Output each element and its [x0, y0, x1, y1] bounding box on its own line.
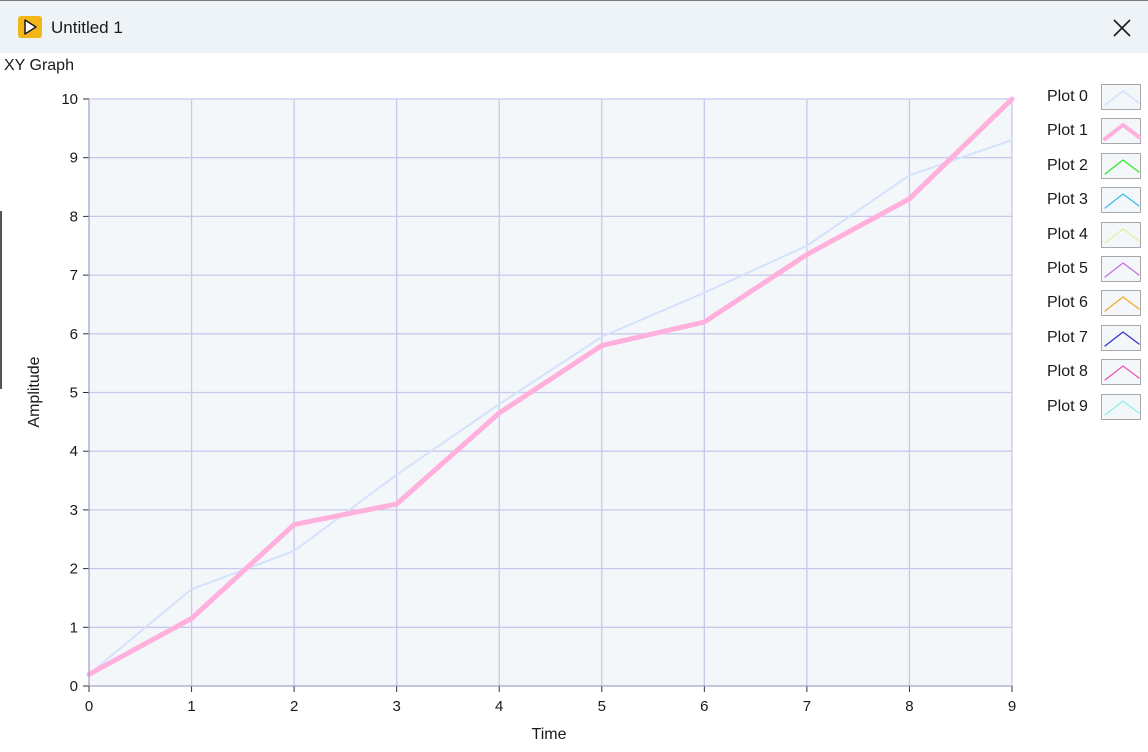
legend-line-sample — [1104, 227, 1140, 244]
legend-item-plot-0[interactable]: Plot 0 — [1046, 83, 1146, 113]
legend-line-sample — [1104, 90, 1140, 106]
legend-swatch[interactable] — [1101, 152, 1141, 179]
legend-swatch[interactable] — [1101, 118, 1141, 145]
y-tick-label: 5 — [70, 385, 78, 402]
y-tick-label: 7 — [70, 267, 78, 284]
x-tick-label: 1 — [187, 698, 195, 715]
legend-label: Plot 7 — [1047, 328, 1088, 346]
legend-label: Plot 1 — [1047, 122, 1088, 140]
legend-line-sample — [1104, 365, 1140, 381]
legend-line-sample — [1104, 296, 1140, 312]
legend-label: Plot 4 — [1047, 225, 1088, 243]
legend-line-sample — [1104, 399, 1140, 416]
y-tick-label: 3 — [70, 502, 78, 519]
legend-line-sample — [1103, 123, 1141, 142]
legend-swatch[interactable] — [1101, 256, 1141, 282]
y-tick-label: 4 — [70, 443, 78, 460]
y-tick-label: 6 — [70, 326, 78, 343]
x-tick-label: 7 — [803, 698, 811, 715]
legend-swatch[interactable] — [1101, 393, 1141, 420]
legend-item-plot-1[interactable]: Plot 1 — [1046, 117, 1146, 147]
legend-label: Plot 2 — [1047, 156, 1088, 174]
legend-swatch[interactable] — [1101, 359, 1141, 386]
y-tick-label: 0 — [70, 678, 78, 695]
legend-item-plot-9[interactable]: Plot 9 — [1046, 393, 1146, 423]
x-axis-title: Time — [532, 726, 567, 743]
legend-item-plot-3[interactable]: Plot 3 — [1046, 186, 1146, 216]
legend-label: Plot 0 — [1047, 88, 1088, 105]
x-tick-label: 8 — [905, 698, 913, 715]
legend-label: Plot 9 — [1047, 397, 1088, 415]
legend-swatch[interactable] — [1101, 221, 1141, 248]
legend-line-sample — [1104, 193, 1140, 209]
y-tick-label: 8 — [70, 208, 78, 225]
legend-item-plot-6[interactable]: Plot 6 — [1046, 289, 1146, 319]
legend-swatch[interactable] — [1101, 187, 1141, 214]
y-tick-label: 1 — [70, 619, 78, 636]
legend-label: Plot 6 — [1047, 294, 1088, 312]
legend-item-plot-7[interactable]: Plot 7 — [1046, 324, 1146, 354]
legend-line-sample — [1104, 331, 1140, 347]
x-tick-label: 2 — [290, 698, 298, 715]
xy-graph[interactable]: 0 1 2 3 4 5 6 7 8 9 0 1 2 3 4 5 6 7 8 9 10 Time Amplitude — [0, 1, 1148, 752]
legend-item-plot-4[interactable]: Plot 4 — [1046, 221, 1146, 251]
legend-label: Plot 3 — [1047, 191, 1088, 209]
y-axis-title: Amplitude — [26, 356, 43, 427]
legend-item-plot-8[interactable]: Plot 8 — [1046, 358, 1146, 388]
legend-label: Plot 8 — [1047, 363, 1088, 381]
x-tick-label: 0 — [85, 698, 93, 715]
x-tick-label: 9 — [1008, 698, 1016, 715]
legend-item-plot-2[interactable]: Plot 2 — [1046, 152, 1146, 182]
vi-front-panel-window: Untitled 1 XY Graph 01234567890123456789… — [0, 0, 1148, 751]
legend-swatch[interactable] — [1101, 290, 1141, 317]
y-tick-label: 9 — [70, 150, 78, 167]
legend-item-plot-5[interactable]: Plot 5 — [1046, 255, 1146, 285]
x-tick-label: 3 — [392, 698, 400, 715]
legend-label: Plot 5 — [1047, 260, 1088, 277]
y-tick-label: 2 — [70, 561, 78, 578]
x-tick-label: 6 — [700, 698, 708, 715]
x-tick-label: 4 — [495, 698, 503, 715]
legend-line-sample — [1104, 262, 1140, 278]
legend-line-sample — [1104, 159, 1140, 175]
y-tick-label: 10 — [61, 91, 78, 108]
legend-swatch[interactable] — [1101, 324, 1141, 351]
x-tick-label: 5 — [598, 698, 606, 715]
legend-swatch[interactable] — [1101, 84, 1141, 110]
